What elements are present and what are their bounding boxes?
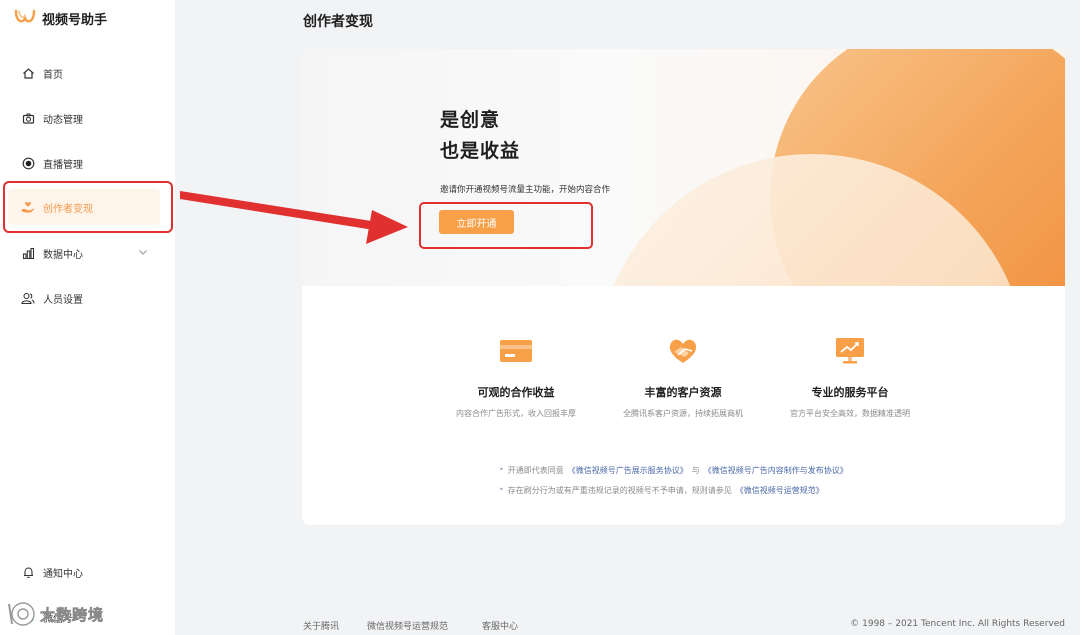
live-record-icon xyxy=(21,156,35,170)
sidebar-item-data-center[interactable]: 数据中心 xyxy=(8,235,160,271)
card-icon xyxy=(500,340,532,362)
operation-rules-link[interactable]: 《微信视频号运营规范》 xyxy=(736,485,824,496)
copyright: © 1998 – 2021 Tencent Inc. All Rights Re… xyxy=(850,619,1065,629)
sidebar-item-label: 首页 xyxy=(43,69,63,81)
sidebar-item-monetize[interactable]: 创作者变现 xyxy=(8,189,160,225)
hero-banner: 是创意 也是收益 邀请你开通视频号流量主功能，开始内容合作 立即开通 xyxy=(302,49,1065,286)
sidebar-item-posts[interactable]: 动态管理 xyxy=(8,100,160,136)
monetize-card: 是创意 也是收益 邀请你开通视频号流量主功能，开始内容合作 立即开通 可观的合作… xyxy=(302,49,1065,525)
note-text: 与 xyxy=(691,466,700,475)
chevron-down-icon[interactable] xyxy=(138,247,148,257)
rules-note: • 存在刷分行为或有严重违规记录的视频号不予申请，规则请参见 《微信视频号运营规… xyxy=(499,485,848,496)
sidebar-item-live[interactable]: 直播管理 xyxy=(8,145,160,181)
hero-background xyxy=(302,49,1065,286)
hero-title-line1: 是创意 xyxy=(440,109,501,131)
watermark: 大数跨境 xyxy=(6,600,104,628)
footer-link-about[interactable]: 关于腾讯 xyxy=(303,619,339,632)
hero-subtitle: 邀请你开通视频号流量主功能，开始内容合作 xyxy=(440,185,611,195)
monitor-chart-icon xyxy=(836,338,864,364)
feature-platform: 专业的服务平台 官方平台安全高效，数据精准透明 xyxy=(750,336,950,419)
camera-icon xyxy=(21,111,35,125)
bar-chart-icon xyxy=(21,246,35,260)
sidebar: 视频号助手 首页 动态管理 直播管理 创作者变现 数据中心 人员设置 通知中心 … xyxy=(0,0,175,635)
feature-desc: 官方平台安全高效，数据精准透明 xyxy=(790,409,910,418)
sidebar-item-label: 创作者变现 xyxy=(43,203,93,215)
feature-title: 专业的服务平台 xyxy=(811,386,889,399)
handshake-heart-icon xyxy=(669,339,697,363)
sidebar-item-label: 动态管理 xyxy=(43,114,83,126)
sidebar-item-label: 数据中心 xyxy=(43,249,83,261)
sidebar-item-label: 通知中心 xyxy=(43,568,83,580)
watermark-text: 大数跨境 xyxy=(40,605,105,624)
open-now-button[interactable]: 立即开通 xyxy=(439,210,514,234)
watermark-logo-icon xyxy=(8,602,35,626)
app-name: 视频号助手 xyxy=(42,12,108,28)
sidebar-item-label: 人员设置 xyxy=(43,294,83,306)
bell-icon xyxy=(21,565,35,579)
footer-link-rules[interactable]: 微信视频号运营规范 xyxy=(367,619,448,632)
sidebar-item-members[interactable]: 人员设置 xyxy=(8,280,160,316)
sidebar-item-notifications[interactable]: 通知中心 xyxy=(8,554,160,590)
note-text: 开通即代表同意 xyxy=(507,466,564,475)
ad-display-agreement-link[interactable]: 《微信视频号广告展示服务协议》 xyxy=(568,465,688,476)
footer-link-support[interactable]: 客服中心 xyxy=(482,619,518,632)
hero-title-line2: 也是收益 xyxy=(440,140,521,162)
bullet-dot: • xyxy=(499,485,504,494)
users-icon xyxy=(21,291,35,305)
ad-content-agreement-link[interactable]: 《微信视频号广告内容制作与发布协议》 xyxy=(704,465,848,476)
app-logo[interactable]: 视频号助手 xyxy=(14,8,107,28)
agreement-notes: • 开通即代表同意 《微信视频号广告展示服务协议》 与 《微信视频号广告内容制作… xyxy=(499,465,848,505)
note-text: 存在刷分行为或有严重违规记录的视频号不予申请，规则请参见 xyxy=(507,486,732,495)
sidebar-item-home[interactable]: 首页 xyxy=(8,55,160,91)
monetize-hand-icon xyxy=(21,200,35,214)
agreement-note: • 开通即代表同意 《微信视频号广告展示服务协议》 与 《微信视频号广告内容制作… xyxy=(499,465,848,476)
bullet-dot: • xyxy=(499,465,504,474)
home-icon xyxy=(21,66,35,80)
sidebar-item-label: 直播管理 xyxy=(43,159,83,171)
page-title: 创作者变现 xyxy=(303,14,373,30)
app-logo-icon xyxy=(14,9,36,23)
